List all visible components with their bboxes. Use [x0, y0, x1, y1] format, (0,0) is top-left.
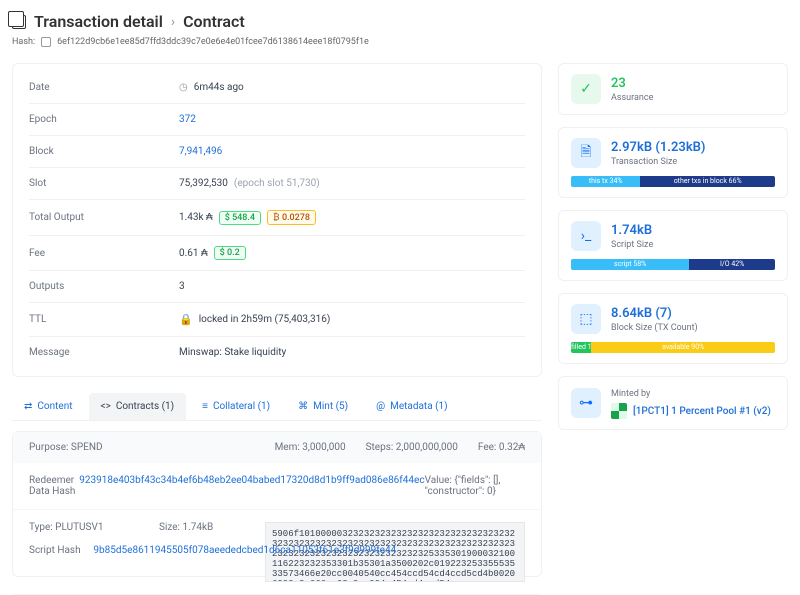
breadcrumb: Transaction detail › Contract: [12, 12, 788, 31]
script-size-card: ›_ 1.74kB Script Size script 58% I/O 42%: [558, 210, 788, 281]
epoch-link[interactable]: 372: [179, 114, 196, 125]
check-icon: ✓: [571, 74, 601, 104]
page-title: Transaction detail: [34, 12, 163, 31]
minted-label: Minted by: [611, 389, 771, 399]
mem-label: Mem:: [275, 442, 300, 453]
purpose-label: Purpose:: [29, 442, 68, 453]
script-size-label: Script Size: [611, 240, 653, 250]
outputs-value: 3: [179, 281, 185, 292]
code-icon: <>: [101, 401, 111, 412]
copy-icon[interactable]: [41, 37, 51, 47]
file-icon: 🗎: [571, 138, 601, 168]
script-hash-label: Script Hash: [29, 545, 93, 556]
clock-icon: ◷: [179, 82, 188, 93]
block-label: Block: [29, 146, 179, 157]
stack-icon: ≡: [202, 401, 208, 412]
script-hash-link[interactable]: 9b85d5e8611945505f078aeededcbed1d6ca1105…: [93, 545, 396, 556]
swap-icon: ⇄: [24, 401, 32, 412]
share-icon: ⊶: [571, 388, 601, 418]
date-value: 6m44s ago: [194, 82, 244, 93]
steps-value: 2,000,000,000: [396, 442, 458, 453]
hash-row: Hash: 6ef122d9cb6e1ee85d7ffd3ddc39c7e0e6…: [12, 37, 788, 47]
lock-icon: 🔒: [179, 313, 193, 326]
mint-icon: ⌘: [298, 401, 308, 412]
contract-card: Purpose: SPEND Mem: 3,000,000 Steps: 2,0…: [12, 431, 542, 577]
block-link[interactable]: 7,941,496: [179, 146, 222, 157]
tab-contracts[interactable]: <>Contracts (1): [89, 393, 187, 420]
fee-value: 0.61 ₳: [179, 248, 208, 259]
hash-value: 6ef122d9cb6e1ee85d7ffd3ddc39c7e0e6e4e01f…: [57, 37, 369, 47]
mem-value: 3,000,000: [302, 442, 345, 453]
bar-seg-this-tx: this tx 34%: [571, 176, 640, 187]
message-value: Minswap: Stake liquidity: [179, 347, 286, 358]
purpose-value: SPEND: [71, 442, 103, 453]
hash-label: Hash:: [12, 37, 35, 47]
details-card: Date ◷ 6m44s ago Epoch 372 Block 7,941,49…: [12, 63, 542, 377]
total-output-label: Total Output: [29, 212, 179, 223]
tx-size-label: Transaction Size: [611, 157, 706, 167]
message-label: Message: [29, 347, 179, 358]
assurance-label: Assurance: [611, 93, 653, 103]
fee-label2: Fee:: [478, 442, 496, 453]
block-size-label: Block Size (TX Count): [611, 323, 698, 333]
slot-label: Slot: [29, 178, 179, 189]
steps-label: Steps:: [366, 442, 394, 453]
assurance-card: ✓ 23 Assurance: [558, 63, 788, 115]
bar-seg-available: available 90%: [591, 342, 775, 353]
ttl-label: TTL: [29, 314, 179, 325]
copy-icon[interactable]: [12, 15, 26, 29]
bar-seg-filled: filled 10%: [571, 342, 591, 353]
pool-icon: [611, 403, 627, 419]
pool-link[interactable]: [1PCT1] 1 Percent Pool #1 (v2): [633, 406, 771, 417]
value-label: Value:: [425, 475, 452, 486]
block-size-card: ⬚ 8.64kB (7) Block Size (TX Count) fille…: [558, 293, 788, 364]
tab-metadata[interactable]: @Metadata (1): [364, 393, 460, 420]
usd-badge: $ 548.4: [219, 211, 261, 225]
type-value: PLUTUSV1: [55, 522, 103, 533]
type-label: Type:: [29, 522, 53, 533]
fee-value2: 0.32₳: [499, 442, 525, 453]
page-subtitle: Contract: [183, 12, 245, 31]
ttl-value: locked in 2h59m (75,403,316): [199, 314, 331, 325]
script-size-value: 1.74kB: [611, 223, 653, 238]
redeemer-label: Redeemer Data Hash: [29, 475, 79, 497]
date-label: Date: [29, 82, 179, 93]
fee-usd-badge: $ 0.2: [214, 246, 246, 260]
fee-label: Fee: [29, 248, 179, 259]
at-icon: @: [376, 401, 385, 412]
block-size-value: 8.64kB (7): [611, 306, 698, 321]
assurance-value: 23: [611, 76, 653, 91]
epoch-label: Epoch: [29, 114, 179, 125]
slot-note: (epoch slot 51,730): [234, 178, 320, 189]
outputs-label: Outputs: [29, 281, 179, 292]
redeemer-link[interactable]: 923918e403bf43c34b4ef6b48eb2ee04babed173…: [79, 475, 424, 486]
size-label: Size:: [159, 522, 180, 533]
chevron-right-icon: ›: [171, 14, 175, 30]
total-output-value: 1.43k ₳: [179, 212, 213, 223]
tab-content[interactable]: ⇄Content: [12, 393, 85, 420]
btc-badge: ₿ 0.0278: [267, 210, 316, 225]
terminal-icon: ›_: [571, 221, 601, 251]
slot-value: 75,392,530: [179, 178, 228, 189]
size-value: 1.74kB: [182, 522, 213, 533]
tx-size-card: 🗎 2.97kB (1.23kB) Transaction Size this …: [558, 127, 788, 198]
bar-seg-io: I/O 42%: [689, 259, 775, 270]
tab-mint[interactable]: ⌘Mint (5): [286, 393, 360, 420]
tabs-bar: ⇄Content <>Contracts (1) ≡Collateral (1)…: [12, 393, 542, 421]
minted-card: ⊶ Minted by [1PCT1] 1 Percent Pool #1 (v…: [558, 376, 788, 430]
bar-seg-other: other txs in block 66%: [640, 176, 775, 187]
cube-icon: ⬚: [571, 304, 601, 334]
tx-size-value: 2.97kB (1.23kB): [611, 140, 706, 155]
bar-seg-script: script 58%: [571, 259, 689, 270]
tab-collateral[interactable]: ≡Collateral (1): [190, 393, 282, 420]
